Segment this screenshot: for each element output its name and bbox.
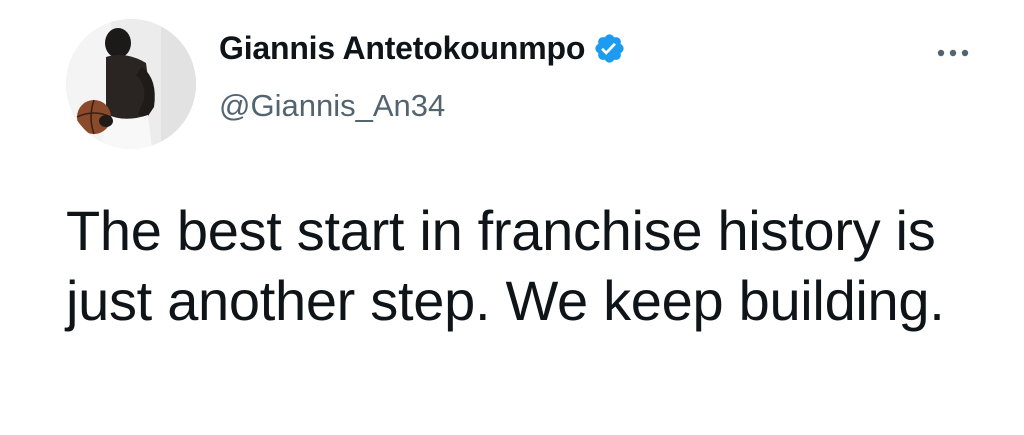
author-handle[interactable]: @Giannis_An34 bbox=[219, 88, 445, 124]
author-name-row: Giannis Antetokounmpo bbox=[219, 30, 626, 67]
avatar[interactable] bbox=[66, 19, 196, 149]
author-display-name[interactable]: Giannis Antetokounmpo bbox=[219, 30, 585, 67]
tweet-text: The best start in franchise history is j… bbox=[66, 199, 945, 332]
more-options-icon[interactable] bbox=[933, 43, 973, 63]
tweet-card: Giannis Antetokounmpo @Giannis_An34 The … bbox=[0, 0, 1024, 435]
verified-badge-icon bbox=[593, 32, 626, 65]
avatar-photo-icon bbox=[66, 19, 196, 149]
